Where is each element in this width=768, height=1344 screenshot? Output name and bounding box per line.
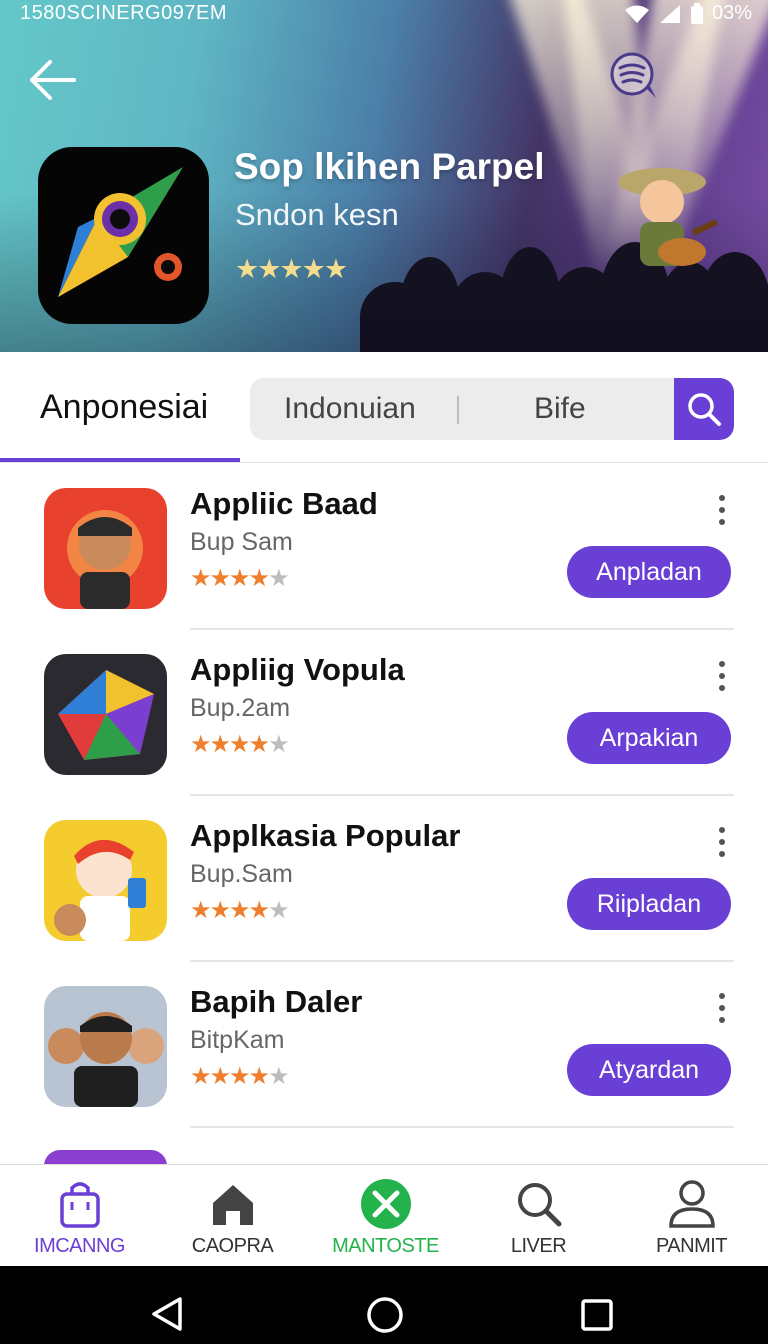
app-subtitle: Sndon kesn bbox=[235, 197, 399, 232]
bag-icon bbox=[59, 1182, 100, 1228]
app-icon bbox=[38, 147, 209, 324]
install-button[interactable]: Anpladan bbox=[567, 546, 731, 598]
signal-icon bbox=[659, 4, 680, 23]
nav-label: LIVER bbox=[510, 1235, 567, 1257]
mascot-illustration bbox=[618, 168, 719, 266]
app-name: Appliig Vopula bbox=[190, 652, 405, 687]
segment-option-a[interactable]: Indonuian bbox=[284, 392, 416, 426]
divider bbox=[190, 960, 734, 962]
app-thumbnail bbox=[44, 488, 167, 609]
app-rating-stars: ★★★★★ bbox=[235, 254, 348, 284]
recents-square-icon[interactable] bbox=[580, 1298, 614, 1332]
divider bbox=[190, 1126, 734, 1128]
segment-option-b[interactable]: Bife bbox=[534, 392, 586, 426]
status-text: 1580SCINERG097EM bbox=[20, 2, 227, 24]
install-button[interactable]: Riipladan bbox=[567, 878, 731, 930]
nav-label: MANTOSTE bbox=[332, 1235, 439, 1257]
wifi-icon bbox=[624, 5, 649, 23]
list-item[interactable]: Applkasia Popular Bup.Sam ★★★★★ Riiplada… bbox=[0, 818, 768, 986]
app-name: Appliic Baad bbox=[190, 486, 378, 521]
rating-stars: ★★★★★ bbox=[190, 897, 290, 924]
app-thumbnail bbox=[44, 986, 167, 1107]
nav-item-liver[interactable]: LIVER bbox=[462, 1165, 615, 1267]
more-options-icon[interactable] bbox=[712, 490, 732, 530]
nav-label: CAOPRA bbox=[191, 1235, 274, 1257]
list-item[interactable]: Bapih Daler BitpΚam ★★★★★ Atyardan bbox=[0, 984, 768, 1152]
home-circle-icon[interactable] bbox=[366, 1296, 404, 1334]
more-options-icon[interactable] bbox=[712, 988, 732, 1028]
rating-stars: ★★★★★ bbox=[190, 1063, 290, 1090]
app-thumbnail bbox=[44, 654, 167, 775]
tab-active[interactable]: Anponesiai bbox=[40, 388, 208, 427]
divider bbox=[190, 628, 734, 630]
nav-item-panmit[interactable]: PANMIT bbox=[615, 1165, 768, 1267]
back-arrow-icon[interactable] bbox=[26, 56, 78, 104]
app-developer: BitpΚam bbox=[190, 1026, 285, 1054]
install-button[interactable]: Atyardan bbox=[567, 1044, 731, 1096]
install-button[interactable]: Arpakian bbox=[567, 712, 731, 764]
bottom-nav: IMCANNG CAOPRA MANTOSTE LIVER PANMIT bbox=[0, 1164, 768, 1266]
person-icon bbox=[668, 1180, 715, 1228]
search-button[interactable] bbox=[674, 378, 734, 440]
battery-level: 03% bbox=[711, 2, 752, 24]
search-icon bbox=[688, 393, 721, 426]
list-item[interactable]: Appliic Baad Bup Sam ★★★★★ Anpladan bbox=[0, 486, 768, 654]
app-developer: Bup.2am bbox=[190, 694, 291, 722]
app-developer: Bup.Sam bbox=[190, 860, 293, 888]
app-name: Applkasia Popular bbox=[190, 818, 461, 853]
app-thumbnail bbox=[44, 820, 167, 941]
more-options-icon[interactable] bbox=[712, 656, 732, 696]
close-circle-icon bbox=[360, 1179, 411, 1229]
rating-stars: ★★★★★ bbox=[190, 731, 290, 758]
segment-control: Indonuian Bife bbox=[250, 378, 734, 440]
status-bar: 1580SCINERG097EM 03% bbox=[0, 0, 768, 26]
nav-label: IMCANNG bbox=[34, 1235, 125, 1257]
nav-label: PANMIT bbox=[655, 1235, 728, 1257]
list-item[interactable]: Appliig Vopula Bup.2am ★★★★★ Arpakian bbox=[0, 652, 768, 820]
battery-icon bbox=[690, 2, 703, 24]
system-nav-bar bbox=[0, 1266, 768, 1344]
more-options-icon[interactable] bbox=[712, 822, 732, 862]
app-title: Sop lkihen Parpel bbox=[234, 146, 545, 187]
home-icon bbox=[212, 1185, 253, 1225]
segment-separator bbox=[457, 396, 459, 424]
back-triangle-icon[interactable] bbox=[150, 1296, 184, 1332]
app-developer: Bup Sam bbox=[190, 528, 293, 556]
search-icon bbox=[517, 1183, 561, 1227]
nav-item-mantoste[interactable]: MANTOSTE bbox=[309, 1165, 462, 1267]
chat-bubble-icon[interactable] bbox=[606, 52, 662, 102]
rating-stars: ★★★★★ bbox=[190, 565, 290, 592]
divider bbox=[190, 794, 734, 796]
nav-item-imcanng[interactable]: IMCANNG bbox=[3, 1165, 156, 1267]
app-name: Bapih Daler bbox=[190, 984, 363, 1019]
nav-item-caopra[interactable]: CAOPRA bbox=[156, 1165, 309, 1267]
compass-logo-icon bbox=[58, 167, 183, 297]
tabs-divider bbox=[0, 462, 768, 463]
